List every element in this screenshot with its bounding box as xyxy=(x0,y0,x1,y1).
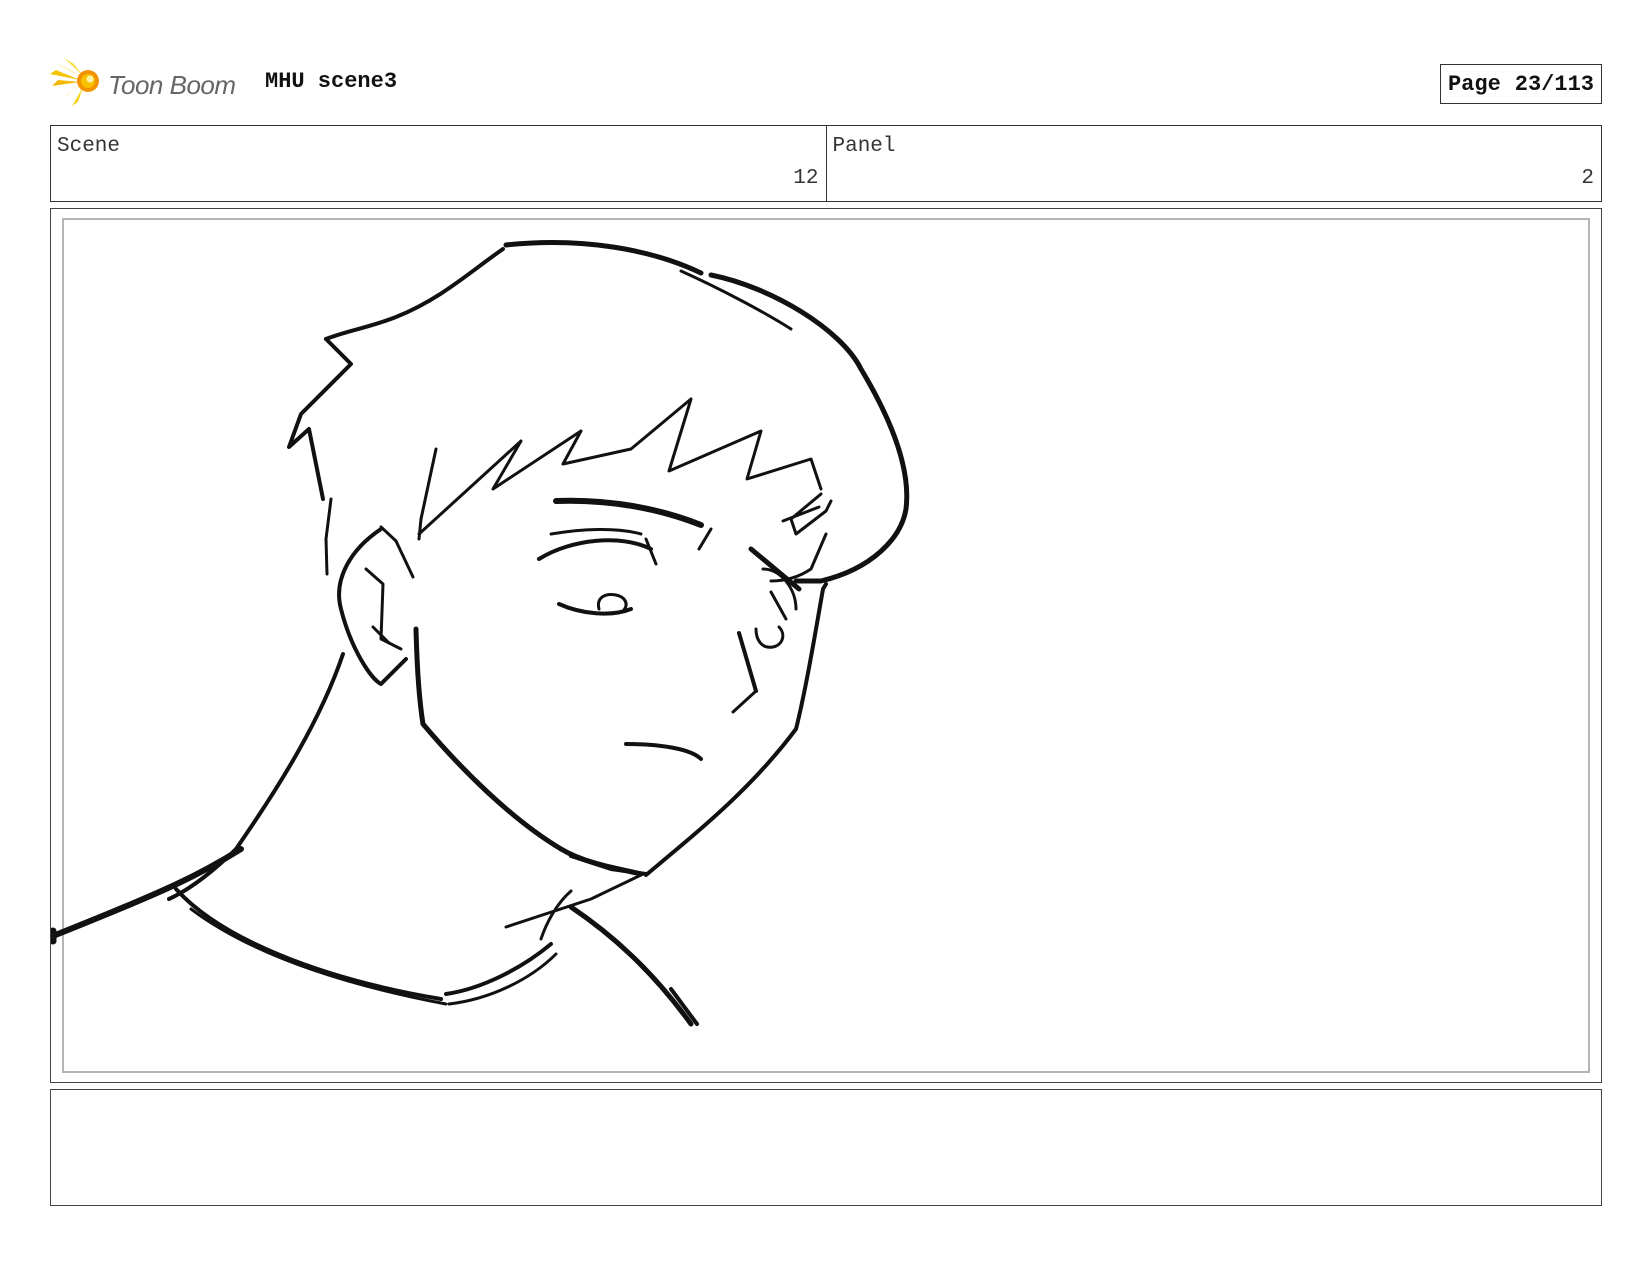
storyboard-header: Toon Boom MHU scene3 Page 23/113 xyxy=(50,52,1602,112)
storyboard-frame xyxy=(50,208,1602,1083)
panel-label: Panel xyxy=(832,135,896,158)
logo-wordmark: Toon Boom xyxy=(108,70,236,100)
character-sketch xyxy=(51,240,910,1027)
toon-boom-logo: Toon Boom xyxy=(50,56,250,108)
scene-panel-info: Scene 12 Panel 2 xyxy=(50,125,1602,202)
starburst-logo-icon xyxy=(50,58,99,106)
scene-cell: Scene 12 xyxy=(51,126,826,201)
project-title: MHU scene3 xyxy=(265,69,398,94)
page-number: 23/113 xyxy=(1514,71,1594,97)
page-label: Page xyxy=(1447,71,1501,97)
notes-box xyxy=(50,1089,1602,1206)
panel-number: 2 xyxy=(1581,167,1594,190)
page-indicator: Page 23/113 xyxy=(1439,64,1602,104)
scene-number: 12 xyxy=(793,167,819,190)
panel-cell: Panel 2 xyxy=(825,126,1602,201)
scene-label: Scene xyxy=(57,135,121,158)
